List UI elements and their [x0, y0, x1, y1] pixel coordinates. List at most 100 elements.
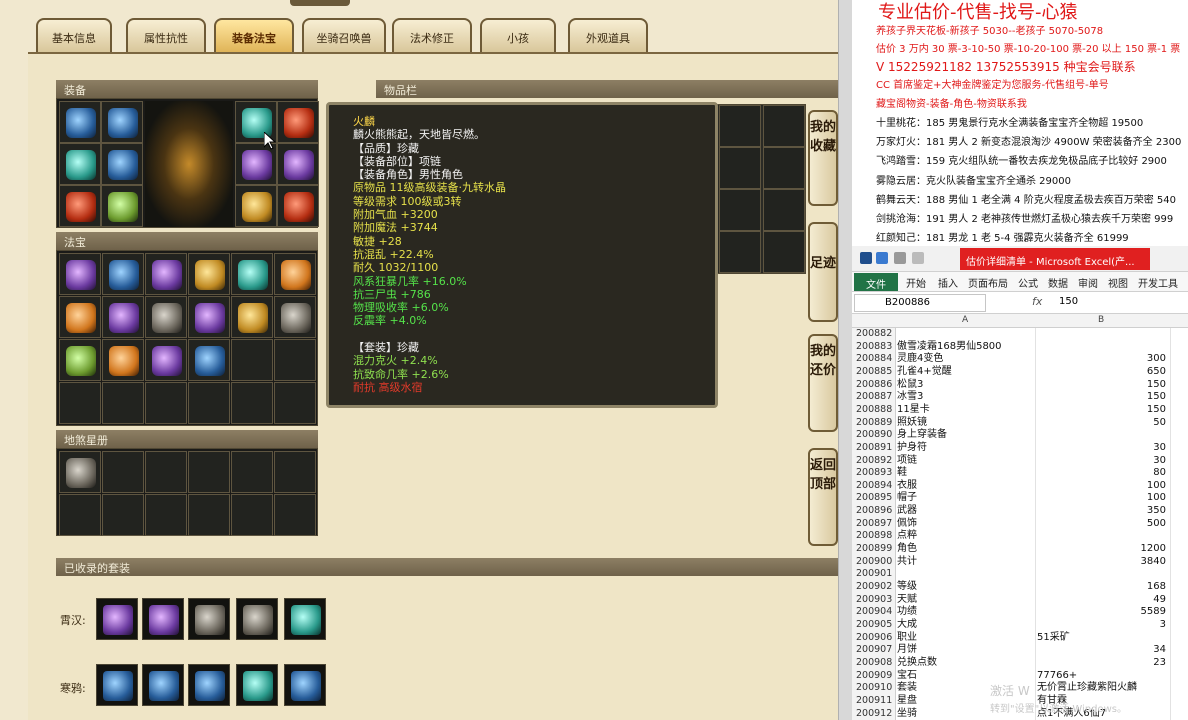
tab-basic-info[interactable]: 基本信息: [36, 18, 112, 52]
inventory-slot[interactable]: [719, 105, 761, 147]
sheet-row[interactable]: 200906 职业 51采矿: [852, 632, 1188, 645]
equip-slot[interactable]: [277, 143, 319, 185]
equip-slot[interactable]: [101, 101, 143, 143]
equip-slot[interactable]: [235, 185, 277, 227]
sheet-row[interactable]: 200884 灵鹿4变色 300: [852, 353, 1188, 366]
tab-appearance[interactable]: 外观道具: [568, 18, 648, 52]
fabao-slot[interactable]: [102, 382, 144, 424]
sheet-row[interactable]: 200904 功绩 5589: [852, 606, 1188, 619]
sheet-row[interactable]: 200909 宝石 77766+: [852, 670, 1188, 683]
sheet-row[interactable]: 200899 角色 1200: [852, 543, 1188, 556]
sheet-row[interactable]: 200891 护身符 30: [852, 442, 1188, 455]
tab-spell-correction[interactable]: 法术修正: [392, 18, 472, 52]
fabao-slot[interactable]: [145, 382, 187, 424]
cell-a[interactable]: 共计: [897, 556, 917, 569]
star-book-slot[interactable]: [188, 494, 230, 536]
fabao-slot[interactable]: [188, 382, 230, 424]
cell-a[interactable]: 傲雪凌霜168男仙5800: [897, 341, 1002, 354]
ribbon-tab-review[interactable]: 审阅: [1078, 275, 1098, 290]
row-number[interactable]: 200886: [856, 379, 892, 392]
cell-a[interactable]: 护身符: [897, 442, 927, 455]
cell-a[interactable]: 套装: [897, 682, 917, 695]
cell-b[interactable]: 650: [1147, 366, 1166, 379]
ribbon-tab-page-layout[interactable]: 页面布局: [968, 275, 1008, 290]
cell-b[interactable]: 300: [1147, 353, 1166, 366]
row-number[interactable]: 200912: [856, 708, 892, 720]
cell-a[interactable]: 宝石: [897, 670, 917, 683]
star-book-slot[interactable]: [274, 451, 316, 493]
row-number[interactable]: 200891: [856, 442, 892, 455]
cell-b[interactable]: 3: [1160, 619, 1166, 632]
suit-icon[interactable]: [142, 598, 184, 640]
tab-mounts-pets[interactable]: 坐骑召唤兽: [302, 18, 386, 52]
star-book-slot[interactable]: [274, 494, 316, 536]
sheet-row[interactable]: 200888 11星卡 150: [852, 404, 1188, 417]
star-book-slot[interactable]: [59, 451, 101, 493]
star-book-slot[interactable]: [231, 494, 273, 536]
formula-input[interactable]: 150: [1059, 296, 1078, 307]
cell-b[interactable]: 23: [1153, 657, 1166, 670]
ribbon-tab-view[interactable]: 视图: [1108, 275, 1128, 290]
redo-icon[interactable]: [912, 252, 924, 264]
fabao-slot[interactable]: [274, 296, 316, 338]
cell-b[interactable]: 80: [1153, 467, 1166, 480]
cell-a[interactable]: 衣服: [897, 480, 917, 493]
cell-a[interactable]: 月饼: [897, 644, 917, 657]
fabao-slot[interactable]: [59, 296, 101, 338]
cell-b[interactable]: 34: [1153, 644, 1166, 657]
footprint-button[interactable]: 足迹: [808, 222, 838, 322]
fabao-slot[interactable]: [59, 382, 101, 424]
fabao-slot[interactable]: [188, 296, 230, 338]
cell-b[interactable]: 1200: [1141, 543, 1166, 556]
cell-a[interactable]: 照妖镜: [897, 417, 927, 430]
fabao-slot[interactable]: [274, 339, 316, 381]
cell-a[interactable]: 点粹: [897, 530, 917, 543]
row-number[interactable]: 200911: [856, 695, 892, 708]
row-number[interactable]: 200896: [856, 505, 892, 518]
fabao-slot[interactable]: [188, 253, 230, 295]
sheet-row[interactable]: 200882: [852, 328, 1188, 341]
cell-b[interactable]: 51采矿: [1037, 632, 1070, 645]
row-number[interactable]: 200883: [856, 341, 892, 354]
cell-a[interactable]: 星盘: [897, 695, 917, 708]
cell-a[interactable]: 武器: [897, 505, 917, 518]
cell-b[interactable]: 100: [1147, 492, 1166, 505]
fabao-slot[interactable]: [145, 339, 187, 381]
star-book-slot[interactable]: [102, 451, 144, 493]
cell-b[interactable]: 3840: [1141, 556, 1166, 569]
cell-b[interactable]: 150: [1147, 391, 1166, 404]
column-header-a[interactable]: A: [962, 315, 968, 325]
row-number[interactable]: 200901: [856, 568, 892, 581]
row-number[interactable]: 200889: [856, 417, 892, 430]
sheet-row[interactable]: 200889 照妖镜 50: [852, 417, 1188, 430]
star-book-slot[interactable]: [145, 451, 187, 493]
suit-icon[interactable]: [188, 598, 230, 640]
row-number[interactable]: 200888: [856, 404, 892, 417]
row-number[interactable]: 200885: [856, 366, 892, 379]
equip-slot[interactable]: [101, 143, 143, 185]
suit-icon[interactable]: [284, 664, 326, 706]
row-number[interactable]: 200904: [856, 606, 892, 619]
cell-b[interactable]: 30: [1153, 455, 1166, 468]
my-offer-button[interactable]: 我的还价: [808, 334, 838, 432]
sheet-row[interactable]: 200896 武器 350: [852, 505, 1188, 518]
cell-b[interactable]: 30: [1153, 442, 1166, 455]
sheet-row[interactable]: 200885 孔雀4+觉醒 650: [852, 366, 1188, 379]
inventory-slot[interactable]: [719, 231, 761, 273]
row-number[interactable]: 200895: [856, 492, 892, 505]
file-tab[interactable]: 文件: [854, 273, 898, 291]
ribbon-tab-formulas[interactable]: 公式: [1018, 275, 1038, 290]
row-number[interactable]: 200900: [856, 556, 892, 569]
cell-b[interactable]: 168: [1147, 581, 1166, 594]
cell-a[interactable]: 项链: [897, 455, 917, 468]
cell-b[interactable]: 无价霄止珍藏紫阳火麟: [1037, 682, 1137, 695]
undo-icon[interactable]: [894, 252, 906, 264]
fabao-slot[interactable]: [231, 253, 273, 295]
sheet-row[interactable]: 200890 身上穿装备: [852, 429, 1188, 442]
fabao-slot[interactable]: [59, 339, 101, 381]
tab-equipment[interactable]: 装备法宝: [214, 18, 294, 52]
cell-a[interactable]: 冰雪3: [897, 391, 923, 404]
tab-attributes[interactable]: 属性抗性: [126, 18, 206, 52]
cell-b[interactable]: 150: [1147, 379, 1166, 392]
cell-a[interactable]: 天赋: [897, 594, 917, 607]
